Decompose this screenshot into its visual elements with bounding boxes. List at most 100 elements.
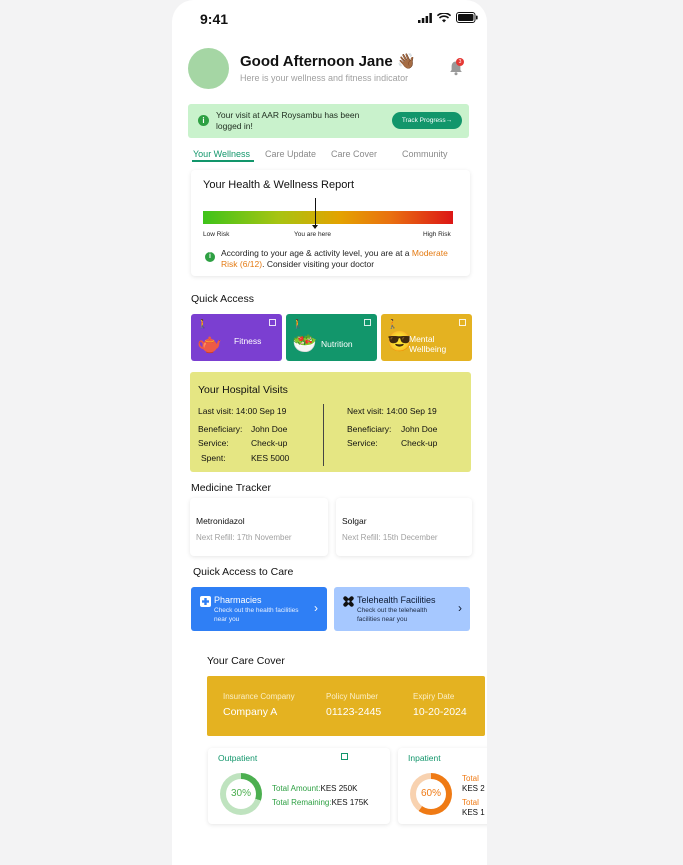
service-label: Service:: [198, 438, 229, 448]
medicine-card[interactable]: Metronidazol Next Refill: 17th November: [190, 498, 328, 556]
telehealth-subtitle: Check out the telehealth facilities near …: [357, 607, 427, 624]
wellness-report-card: Your Health & Wellness Report Low Risk Y…: [191, 170, 470, 276]
spent-label: Spent:: [201, 453, 226, 463]
status-time: 9:41: [200, 11, 229, 27]
outpatient-total-remaining: Total Remaining:KES 175K: [272, 798, 369, 807]
greeting-subtitle: Here is your wellness and fitness indica…: [240, 73, 409, 83]
low-risk-label: Low Risk: [203, 231, 230, 238]
beneficiary-value: John Doe: [251, 424, 288, 434]
inpatient-total-remaining-label: Total: [462, 798, 479, 807]
track-progress-button[interactable]: Track Progress→: [392, 112, 462, 129]
outpatient-title: Outpatient: [218, 753, 258, 763]
pharmacies-subtitle-line2: near you: [214, 615, 240, 623]
outpatient-card[interactable]: Outpatient 30% Total Amount:KES 250K Tot…: [208, 748, 390, 824]
telehealth-subtitle-line1: Check out the telehealth: [357, 607, 428, 614]
tab-your-wellness[interactable]: Your Wellness: [193, 149, 250, 159]
inpatient-title: Inpatient: [408, 753, 441, 763]
last-visit: Last visit: 14:00 Sep 19: [198, 406, 287, 416]
outpatient-progress-ring: 30%: [220, 773, 262, 815]
inpatient-total-remaining-value: KES 1: [462, 808, 485, 817]
info-icon: i: [205, 252, 215, 262]
beneficiary-label: Beneficiary:: [198, 424, 243, 434]
remaining-value: KES 175K: [331, 798, 369, 807]
chevron-right-icon: ›: [314, 601, 318, 615]
wifi-icon: [437, 12, 451, 22]
tab-care-update[interactable]: Care Update: [265, 149, 316, 159]
wellness-title: Your Health & Wellness Report: [203, 179, 355, 191]
telehealth-facilities-tile[interactable]: Telehealth Facilities Check out the tele…: [334, 587, 470, 631]
tab-care-cover[interactable]: Care Cover: [331, 149, 377, 159]
medicine-refill: Next Refill: 15th December: [342, 533, 438, 542]
care-cover-title: Your Care Cover: [207, 655, 285, 667]
risk-marker: [315, 198, 316, 228]
pharmacies-tile[interactable]: Pharmacies Check out the health faciliti…: [191, 587, 327, 631]
risk-marker-arrow: [312, 225, 318, 229]
expiry-date-label: Expiry Date: [413, 692, 455, 701]
battery-icon: [456, 12, 478, 23]
mental-wellbeing-tile[interactable]: 🚶 😎 Mental Wellbeing: [381, 314, 472, 361]
next-visit: Next visit: 14:00 Sep 19: [347, 406, 437, 416]
outpatient-total-amount: Total Amount:KES 250K: [272, 784, 357, 793]
service-value: Check-up: [251, 438, 288, 448]
expiry-date-value: 10-20-2024: [413, 706, 467, 718]
pharmacies-title: Pharmacies: [214, 595, 262, 605]
risk-desc-suffix: . Consider visiting your doctor: [262, 258, 375, 269]
external-link-icon: [459, 319, 466, 326]
external-link-icon: [269, 319, 276, 326]
risk-desc-prefix: According to your age & activity level, …: [221, 248, 412, 258]
inpatient-progress-ring: 60%: [410, 773, 452, 815]
medicine-refill: Next Refill: 17th November: [196, 533, 292, 542]
avatar[interactable]: [188, 48, 229, 89]
telehealth-title: Telehealth Facilities: [357, 595, 436, 605]
nutrition-label: Nutrition: [321, 339, 353, 349]
pharmacies-subtitle: Check out the health facilities near you: [214, 607, 299, 624]
inpatient-total-amount-label: Total: [462, 774, 479, 783]
nutrition-tile[interactable]: 🚶 🥗 Nutrition: [286, 314, 377, 361]
spent-value: KES 5000: [251, 453, 290, 463]
outpatient-percent: 30%: [226, 779, 256, 809]
telehealth-subtitle-line2: facilities near you: [357, 615, 408, 623]
policy-number-label: Policy Number: [326, 692, 379, 701]
medical-cross-icon: [200, 596, 211, 607]
next-beneficiary-label: Beneficiary:: [347, 424, 392, 434]
medicine-name: Metronidazol: [196, 516, 245, 526]
kettlebell-icon: 🫖: [197, 333, 222, 355]
hospital-visits-card: Your Hospital Visits Last visit: 14:00 S…: [190, 372, 471, 472]
info-icon: i: [198, 115, 209, 126]
greeting-title: Good Afternoon Jane 👋🏾: [240, 53, 416, 70]
next-service-label: Service:: [347, 438, 378, 448]
risk-description: According to your age & activity level, …: [221, 248, 461, 269]
salad-icon: 🥗: [292, 333, 317, 355]
mental-wellbeing-label-line2: Wellbeing: [409, 344, 447, 354]
inpatient-total-amount-value: KES 2: [462, 784, 485, 793]
next-beneficiary-value: John Doe: [401, 424, 438, 434]
mental-wellbeing-label: Mental Wellbeing: [409, 334, 446, 354]
phone-screen: 9:41 Good Afternoon Jane 👋🏾 Here is your…: [172, 0, 487, 865]
walking-icon: 🚶: [292, 319, 304, 329]
fitness-label: Fitness: [234, 336, 262, 346]
pharmacies-subtitle-line1: Check out the health facilities: [214, 607, 299, 614]
insurance-company-value: Company A: [223, 706, 278, 718]
notice-message: Your visit at AAR Roysambu has been logg…: [216, 110, 360, 131]
remaining-label: Total Remaining:: [272, 798, 332, 807]
risk-gradient-bar: [203, 211, 453, 224]
next-service-value: Check-up: [401, 438, 438, 448]
policy-number-value: 01123-2445: [326, 706, 382, 718]
tab-community[interactable]: Community: [402, 149, 448, 159]
care-cover-card: Insurance Company Company A Policy Numbe…: [207, 676, 485, 736]
fitness-tile[interactable]: 🚶 🫖 Fitness: [191, 314, 282, 361]
bandage-icon: [343, 596, 354, 607]
high-risk-label: High Risk: [423, 231, 451, 238]
insurance-company-label: Insurance Company: [223, 692, 295, 701]
external-link-icon: [364, 319, 371, 326]
walking-icon: 🚶: [197, 319, 209, 329]
hospital-divider: [323, 404, 324, 466]
medicine-card[interactable]: Solgar Next Refill: 15th December: [336, 498, 472, 556]
hospital-visits-title: Your Hospital Visits: [198, 384, 288, 396]
you-are-here-label: You are here: [294, 231, 331, 238]
inpatient-card[interactable]: Inpatient 60% Total KES 2 Total KES 1: [398, 748, 487, 824]
quick-access-title: Quick Access: [191, 293, 255, 305]
quick-access-to-care-title: Quick Access to Care: [193, 566, 294, 578]
inpatient-percent: 60%: [416, 779, 446, 809]
medicine-name: Solgar: [342, 516, 367, 526]
